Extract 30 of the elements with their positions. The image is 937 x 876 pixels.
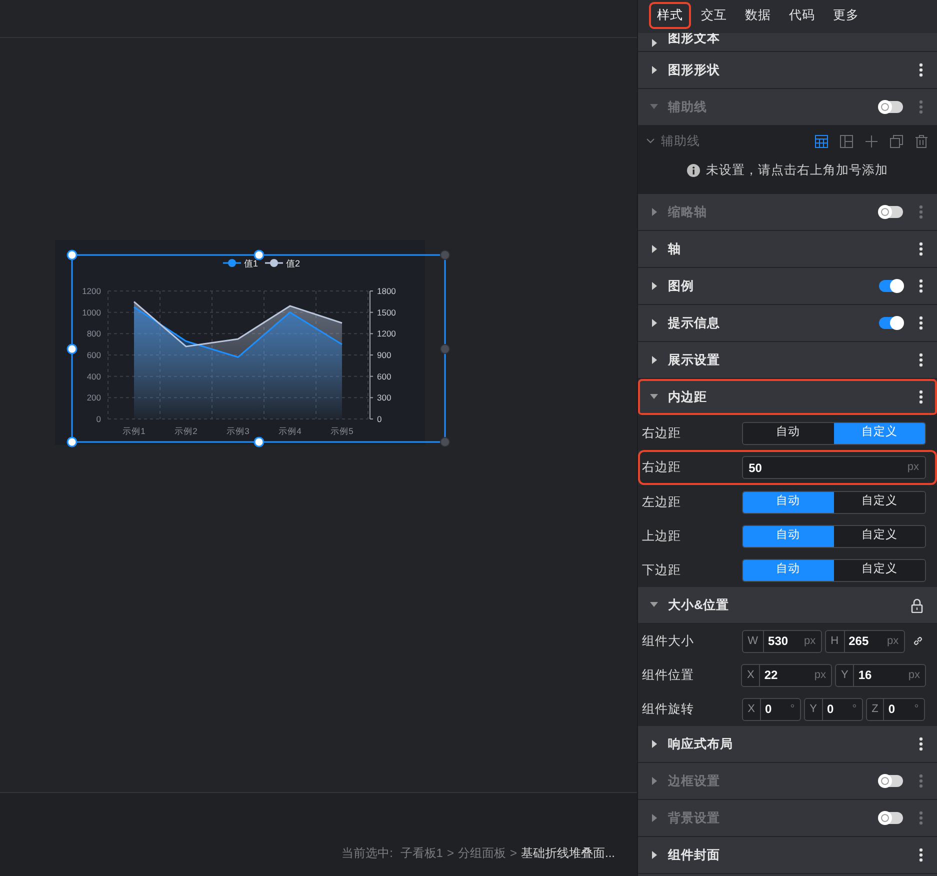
field-label: 左边距 <box>642 494 682 511</box>
field-label: 组件大小 <box>642 632 695 650</box>
empty-hint: 未设置，请点击右上角加号添加 <box>706 162 888 179</box>
status-label: 当前选中: <box>342 846 394 860</box>
axis-label: 300 <box>377 392 392 403</box>
axis-label: 600 <box>377 371 392 382</box>
axis-label: 1000 <box>82 307 101 318</box>
axis-label: 示例3 <box>226 426 250 436</box>
field-label: 右边距 <box>642 459 682 476</box>
field-label: 组件位置 <box>642 666 695 684</box>
axis-label: 800 <box>86 328 101 339</box>
axis-label: 1500 <box>377 307 396 318</box>
axis-label: 示例4 <box>278 426 302 436</box>
axis-label: 400 <box>86 371 101 382</box>
field-label: 右边距 <box>642 424 682 442</box>
axis-label: 1200 <box>82 286 101 296</box>
field-label: 上边距 <box>642 528 682 545</box>
axis-label: 600 <box>86 350 101 360</box>
axis-label: 0 <box>96 414 101 424</box>
axis-label: 900 <box>377 350 392 360</box>
axis-label: 示例1 <box>122 426 146 436</box>
field-label: 组件旋转 <box>642 700 695 718</box>
field-label: 下边距 <box>642 562 682 579</box>
axis-label: 0 <box>377 414 382 424</box>
sublist-title: 辅助线 <box>661 133 700 150</box>
axis-label: 示例2 <box>174 426 198 436</box>
axis-label: 1200 <box>377 328 396 339</box>
axis-label: 200 <box>86 392 101 403</box>
axis-label: 示例5 <box>330 426 354 436</box>
axis-label: 1800 <box>377 286 396 296</box>
